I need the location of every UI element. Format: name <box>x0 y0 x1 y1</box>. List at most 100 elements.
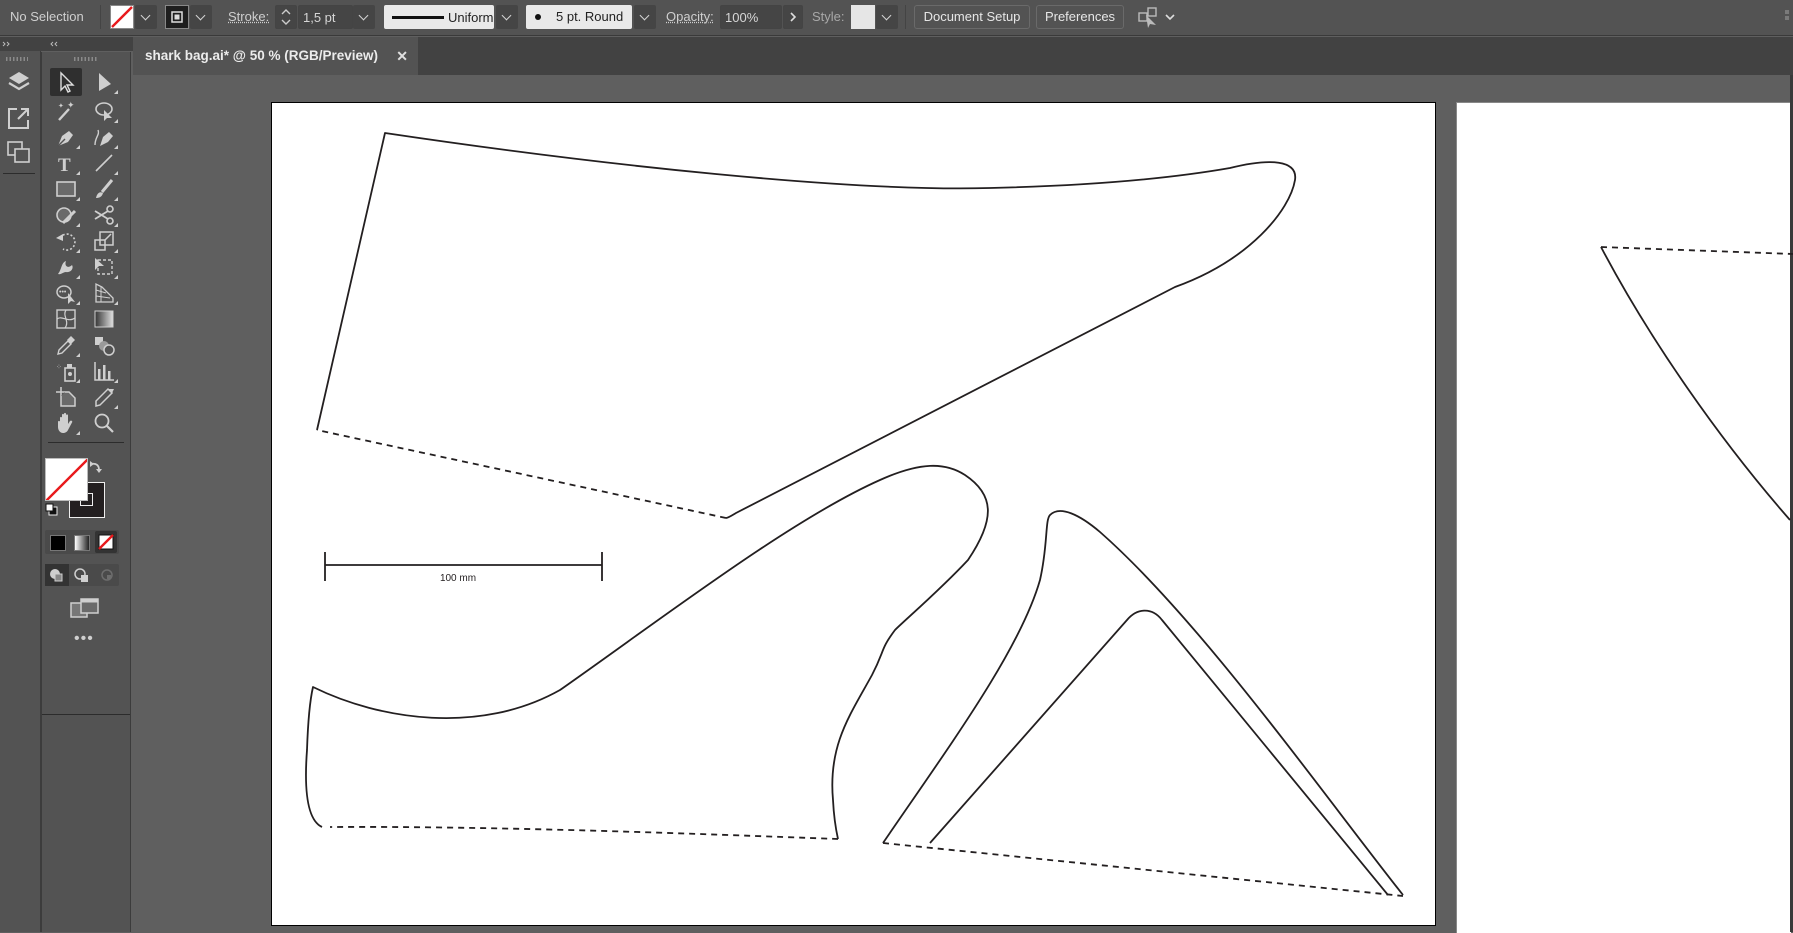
blend-tool[interactable] <box>88 331 120 359</box>
symbol-sprayer-tool[interactable]: ⁘ <box>50 357 82 385</box>
shaper-tool[interactable] <box>50 201 82 229</box>
svg-text:•••: ••• <box>59 289 67 296</box>
slice-tool[interactable] <box>88 383 120 411</box>
draw-inside-button[interactable] <box>95 564 119 586</box>
zoom-tool[interactable] <box>88 409 120 437</box>
pen-icon <box>57 131 73 147</box>
fill-swatch[interactable] <box>110 5 134 29</box>
opacity-label[interactable]: Opacity: <box>666 5 714 29</box>
preferences-button[interactable]: Preferences <box>1036 5 1124 29</box>
eyedropper-tool[interactable] <box>50 331 82 359</box>
chevron-down-icon <box>1165 14 1175 21</box>
stroke-label[interactable]: Stroke: <box>228 5 269 29</box>
profile-dropdown[interactable] <box>496 5 518 29</box>
column-graph-tool[interactable] <box>88 357 120 385</box>
lasso-tool[interactable] <box>88 97 120 125</box>
blend-icon <box>95 337 115 356</box>
color-button[interactable] <box>50 535 66 551</box>
artboards-icon[interactable] <box>6 139 32 165</box>
workspace-grip-icon[interactable] <box>1782 8 1793 22</box>
none-swatch-icon <box>98 534 114 550</box>
puppet-warp-tool[interactable] <box>50 253 82 281</box>
scissors-icon <box>94 205 114 225</box>
document-tab-bar: shark bag.ai* @ 50 % (RGB/Preview) ✕ <box>133 37 1793 75</box>
stroke-swatch[interactable] <box>165 5 189 29</box>
gradient-button[interactable] <box>74 535 90 551</box>
gradient-tool[interactable] <box>88 305 120 333</box>
collapse-panels-icon[interactable] <box>50 39 60 49</box>
stroke-weight-input[interactable]: 1,5 pt <box>298 5 353 29</box>
artboard-tool[interactable] <box>50 383 82 411</box>
document-setup-button[interactable]: Document Setup <box>914 5 1030 29</box>
panel-grip[interactable] <box>6 57 28 61</box>
stroke-weight-dropdown[interactable] <box>353 5 375 29</box>
close-icon[interactable]: ✕ <box>396 37 408 75</box>
stroke-swatch-icon <box>171 11 183 23</box>
stroke-dropdown[interactable] <box>190 5 212 29</box>
paintbrush-tool[interactable] <box>88 175 120 203</box>
brush-dropdown[interactable] <box>634 5 656 29</box>
magic-wand-tool[interactable]: ✦ ✦ <box>50 97 82 125</box>
stepper-arrows-icon <box>281 9 291 25</box>
fill-dropdown[interactable] <box>135 5 157 29</box>
divider <box>100 5 101 29</box>
arrange-dropdown[interactable] <box>1162 5 1178 29</box>
brush-definition[interactable]: 5 pt. Round <box>526 5 632 29</box>
divider <box>905 5 906 29</box>
draw-behind-button[interactable] <box>70 564 94 586</box>
line-segment-icon <box>95 154 113 172</box>
default-fill-stroke-icon[interactable] <box>45 503 59 517</box>
style-label: Style: <box>812 9 845 24</box>
none-button[interactable] <box>95 531 117 553</box>
curvature-pen-icon <box>94 129 113 146</box>
pen-tool[interactable] <box>50 123 82 151</box>
direct-selection-tool[interactable] <box>88 68 120 96</box>
canvas[interactable] <box>133 75 1793 933</box>
lasso-icon <box>95 102 113 121</box>
screen-mode-icon[interactable] <box>69 597 101 621</box>
draw-behind-icon <box>74 568 88 582</box>
scale-icon <box>94 231 114 251</box>
selection-tool[interactable] <box>50 68 82 96</box>
more-tools-icon[interactable]: ••• <box>74 631 94 647</box>
graphic-style-swatch[interactable] <box>851 5 875 29</box>
type-icon: T <box>58 155 71 175</box>
fill-none-icon <box>111 6 133 28</box>
panel-grip[interactable] <box>74 57 98 61</box>
curvature-tool[interactable] <box>88 123 120 151</box>
arrange-documents-button[interactable] <box>1136 5 1162 29</box>
brush-label: 5 pt. Round <box>556 9 624 24</box>
fill-color-box[interactable] <box>45 458 88 501</box>
stroke-weight-stepper[interactable] <box>275 5 297 29</box>
opacity-input[interactable]: 100% <box>720 5 782 29</box>
perspective-grid-tool[interactable] <box>88 279 120 307</box>
style-dropdown[interactable] <box>876 5 898 29</box>
selection-arrow-icon <box>60 71 75 93</box>
line-segment-tool[interactable] <box>88 149 120 177</box>
free-transform-tool[interactable] <box>88 253 120 281</box>
swap-fill-stroke-icon[interactable] <box>88 458 104 474</box>
rectangle-tool[interactable] <box>50 175 82 203</box>
document-title: shark bag.ai* @ 50 % (RGB/Preview) <box>145 48 379 63</box>
export-icon[interactable] <box>6 105 32 131</box>
mesh-tool[interactable] <box>50 305 82 333</box>
artboard-1[interactable] <box>271 102 1436 926</box>
perspective-grid-icon <box>95 282 114 303</box>
layers-icon[interactable] <box>6 69 32 95</box>
variable-width-profile[interactable]: Uniform <box>384 5 494 29</box>
scale-tool[interactable] <box>88 227 120 255</box>
expand-panels-icon[interactable] <box>2 39 12 49</box>
artboard-2[interactable] <box>1456 102 1791 933</box>
rotate-tool[interactable] <box>50 227 82 255</box>
shape-builder-tool[interactable]: ••• <box>50 279 82 307</box>
scissors-tool[interactable] <box>88 201 120 229</box>
control-bar: No Selection Stroke: 1,5 pt Uniform 5 pt… <box>0 0 1793 36</box>
magnifier-icon <box>94 413 114 433</box>
type-tool[interactable]: T <box>50 149 82 177</box>
document-tab[interactable]: shark bag.ai* @ 50 % (RGB/Preview) ✕ <box>133 37 418 75</box>
opacity-slider-button[interactable] <box>783 5 803 29</box>
shaper-icon <box>56 207 77 225</box>
hand-tool[interactable] <box>50 409 82 437</box>
direct-selection-arrow-icon <box>99 73 111 91</box>
draw-normal-button[interactable] <box>45 564 69 586</box>
